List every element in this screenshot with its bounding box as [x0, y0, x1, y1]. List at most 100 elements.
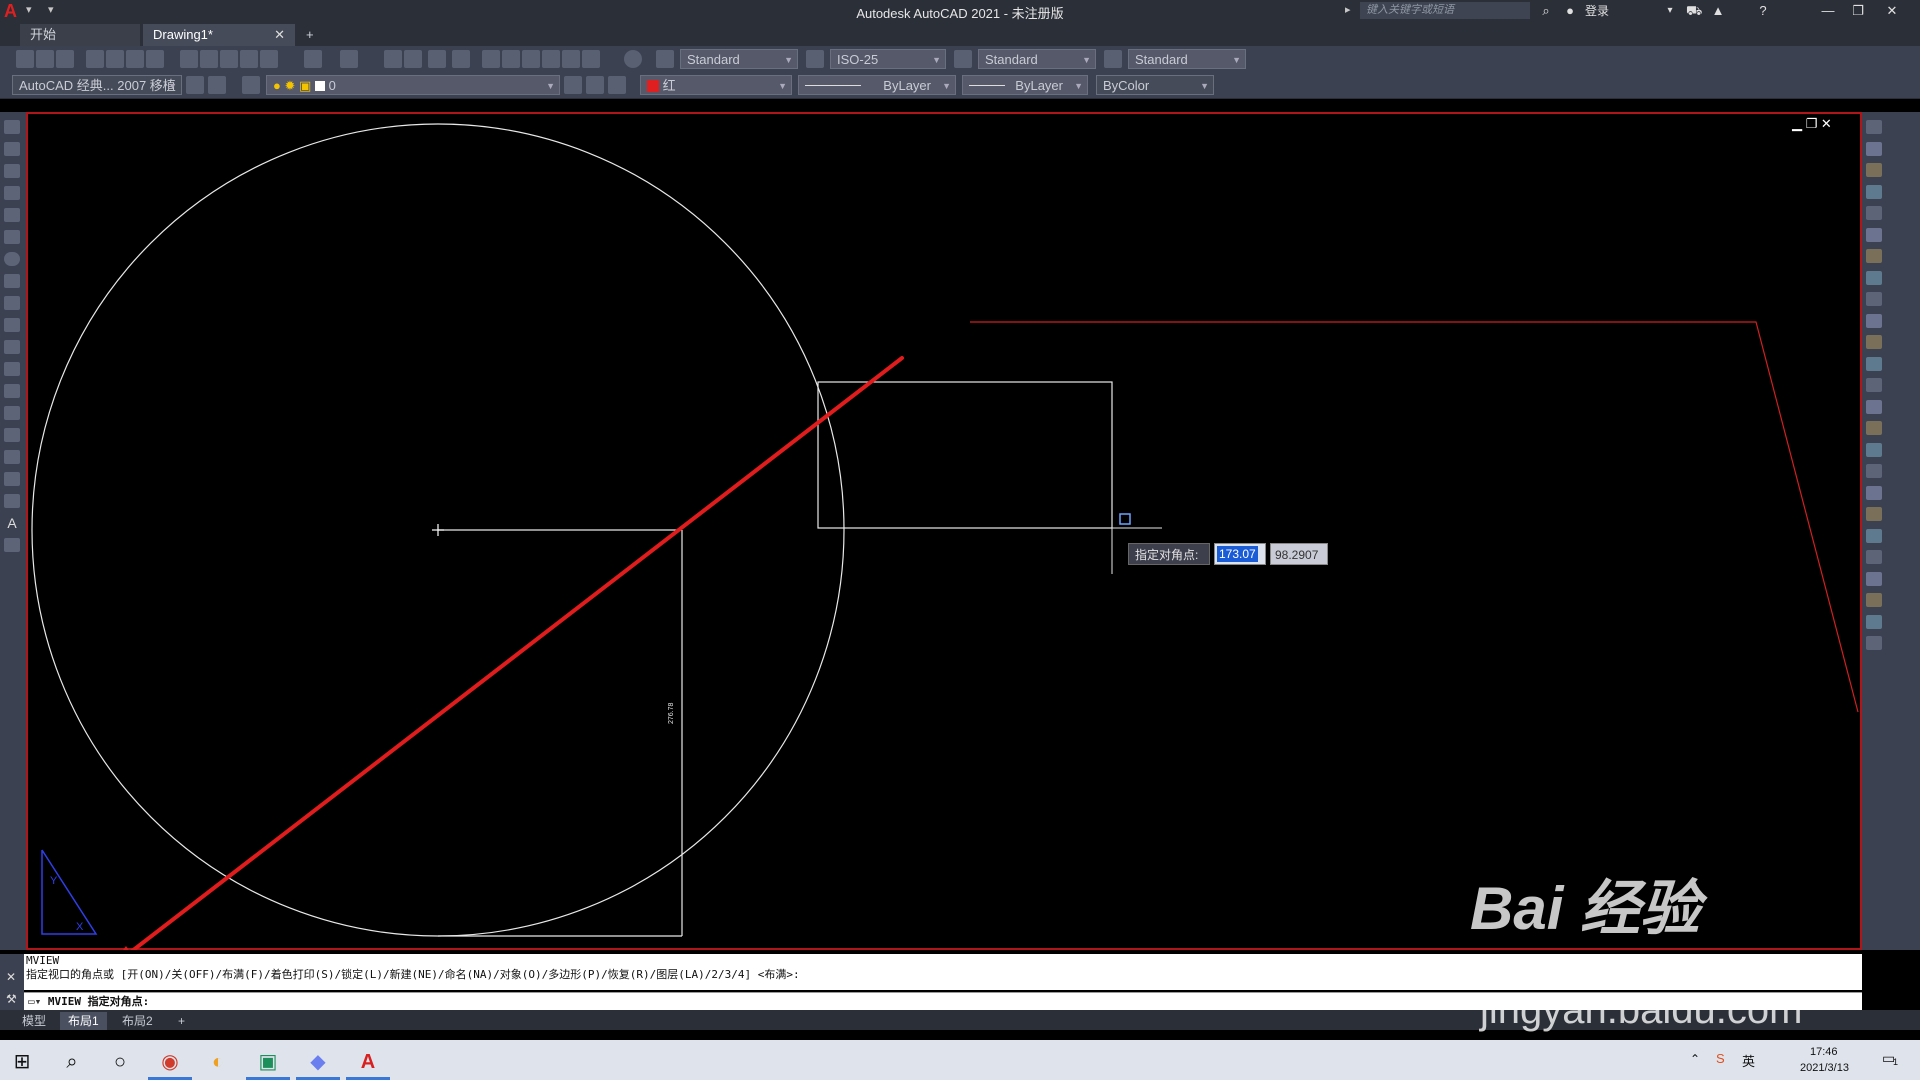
modify-tool-icon[interactable]	[1866, 421, 1882, 435]
point-icon[interactable]	[4, 406, 20, 420]
tab-layout1[interactable]: 布局1	[60, 1012, 107, 1030]
table-icon[interactable]	[4, 494, 20, 508]
polyline-icon[interactable]	[4, 164, 20, 178]
text-style-select[interactable]: Standard ▼	[680, 49, 798, 69]
add-selected-icon[interactable]	[4, 538, 20, 552]
make-current-icon[interactable]	[564, 76, 582, 94]
add-layout-button[interactable]: +	[170, 1012, 193, 1030]
wrench-icon[interactable]: ⚒	[6, 992, 17, 1006]
paste-icon[interactable]	[220, 50, 238, 68]
search-input[interactable]: 键入关键字或短语	[1360, 2, 1530, 19]
tab-start[interactable]: 开始	[20, 24, 140, 46]
publish-icon[interactable]	[126, 50, 144, 68]
windows-start-icon[interactable]: ⊞	[0, 1044, 44, 1080]
tab-layout2[interactable]: 布局2	[114, 1012, 161, 1030]
zoom-previous-icon[interactable]	[452, 50, 470, 68]
viewport-minimize-icon[interactable]: ▁	[1792, 116, 1802, 131]
login-link[interactable]: 登录	[1582, 2, 1612, 20]
markup-icon[interactable]	[562, 50, 580, 68]
lineweight-select[interactable]: ByLayer ▼	[962, 75, 1088, 95]
help-icon[interactable]	[624, 50, 642, 68]
gradient-icon[interactable]	[4, 450, 20, 464]
layer-properties-icon[interactable]	[242, 76, 260, 94]
region-icon[interactable]	[4, 472, 20, 486]
layer-states-icon[interactable]	[608, 76, 626, 94]
table-style-select[interactable]: Standard ▼	[978, 49, 1096, 69]
user-icon[interactable]: ●	[1562, 2, 1578, 20]
spline-icon[interactable]	[4, 296, 20, 310]
modify-tool-icon[interactable]	[1866, 335, 1882, 349]
app-icon[interactable]: ◆	[296, 1044, 340, 1080]
modify-tool-icon[interactable]	[1866, 206, 1882, 220]
autodesk-app-icon[interactable]: ▲	[1708, 2, 1728, 20]
modify-tool-icon[interactable]	[1866, 184, 1882, 199]
dim-style-icon[interactable]	[806, 50, 824, 68]
minimize-icon[interactable]: —	[1818, 2, 1838, 20]
mtext-icon[interactable]: A	[4, 516, 20, 530]
3d-dwf-icon[interactable]	[146, 50, 164, 68]
layer-previous-icon[interactable]	[586, 76, 604, 94]
command-line-handle[interactable]: ✕ ⚒	[0, 954, 24, 1010]
ellipse-icon[interactable]	[4, 318, 20, 332]
app-menu-chevron-icon[interactable]: ▾	[26, 3, 32, 16]
layer-select[interactable]: ● ✹ ▣ 0 ▼	[266, 75, 560, 95]
search-expand-icon[interactable]: ▸	[1345, 3, 1351, 16]
quick-access-chevron-icon[interactable]: ▾	[48, 3, 54, 16]
block-editor-icon[interactable]	[260, 50, 278, 68]
modify-tool-icon[interactable]	[1866, 378, 1882, 392]
cortana-icon[interactable]: ○	[98, 1044, 142, 1080]
zoom-realtime-icon[interactable]	[404, 50, 422, 68]
sheet-set-icon[interactable]	[542, 50, 560, 68]
command-prompt-icon[interactable]: ▭▾	[24, 995, 41, 1008]
plotstyle-select[interactable]: ByColor ▼	[1096, 75, 1214, 95]
modify-tool-icon[interactable]	[1866, 614, 1882, 629]
revision-cloud-icon[interactable]	[4, 274, 20, 288]
modify-tool-icon[interactable]	[1866, 141, 1882, 156]
arc-icon[interactable]	[4, 230, 20, 244]
help-icon[interactable]: ?	[1754, 2, 1772, 20]
modify-tool-icon[interactable]	[1866, 292, 1882, 306]
app-icon[interactable]: ◐	[196, 1044, 240, 1080]
polygon-icon[interactable]	[4, 186, 20, 200]
save-icon[interactable]	[56, 50, 74, 68]
viewport-close-icon[interactable]: ✕	[1821, 116, 1832, 131]
viewport-restore-icon[interactable]: ❐	[1806, 116, 1818, 131]
close-icon[interactable]: ✕	[6, 970, 16, 984]
modify-tool-icon[interactable]	[1866, 249, 1882, 263]
login-chevron-icon[interactable]: ▾	[1664, 2, 1676, 20]
modify-tool-icon[interactable]	[1866, 550, 1882, 564]
chevron-up-icon[interactable]: ⌃	[1690, 1052, 1700, 1066]
tab-model[interactable]: 模型	[14, 1012, 54, 1030]
modify-tool-icon[interactable]	[1866, 399, 1882, 414]
dim-style-select[interactable]: ISO-25 ▼	[830, 49, 946, 69]
line-icon[interactable]	[4, 120, 20, 134]
modify-tool-icon[interactable]	[1866, 593, 1882, 607]
modify-tool-icon[interactable]	[1866, 442, 1882, 457]
dynamic-input-x[interactable]: 173.07	[1214, 543, 1266, 565]
dynamic-input-y[interactable]: 98.2907	[1270, 543, 1328, 565]
undo-icon[interactable]	[304, 50, 322, 68]
modify-tool-icon[interactable]	[1866, 485, 1882, 500]
color-select[interactable]: 红 ▼	[640, 75, 792, 95]
workspace-settings-icon[interactable]	[208, 76, 226, 94]
table-style-icon[interactable]	[954, 50, 972, 68]
autocad-icon[interactable]: A	[346, 1044, 390, 1080]
modify-tool-icon[interactable]	[1866, 528, 1882, 543]
mleader-style-select[interactable]: Standard ▼	[1128, 49, 1246, 69]
clock-date[interactable]: 2021/3/13	[1800, 1062, 1849, 1074]
tab-drawing1[interactable]: Drawing1* ✕	[143, 24, 295, 46]
modify-tool-icon[interactable]	[1866, 163, 1882, 177]
insert-block-icon[interactable]	[4, 362, 20, 376]
restore-icon[interactable]: ❐	[1848, 2, 1868, 20]
copy-icon[interactable]	[200, 50, 218, 68]
modify-tool-icon[interactable]	[1866, 120, 1882, 134]
tool-palettes-icon[interactable]	[522, 50, 540, 68]
modify-tool-icon[interactable]	[1866, 270, 1882, 285]
rectangle-icon[interactable]	[4, 208, 20, 222]
properties-icon[interactable]	[482, 50, 500, 68]
drawing-canvas[interactable]: Y X 276.78	[26, 112, 1862, 950]
modify-tool-icon[interactable]	[1866, 507, 1882, 521]
ellipse-arc-icon[interactable]	[4, 340, 20, 354]
close-icon[interactable]: ✕	[1880, 2, 1904, 20]
mleader-style-icon[interactable]	[1104, 50, 1122, 68]
